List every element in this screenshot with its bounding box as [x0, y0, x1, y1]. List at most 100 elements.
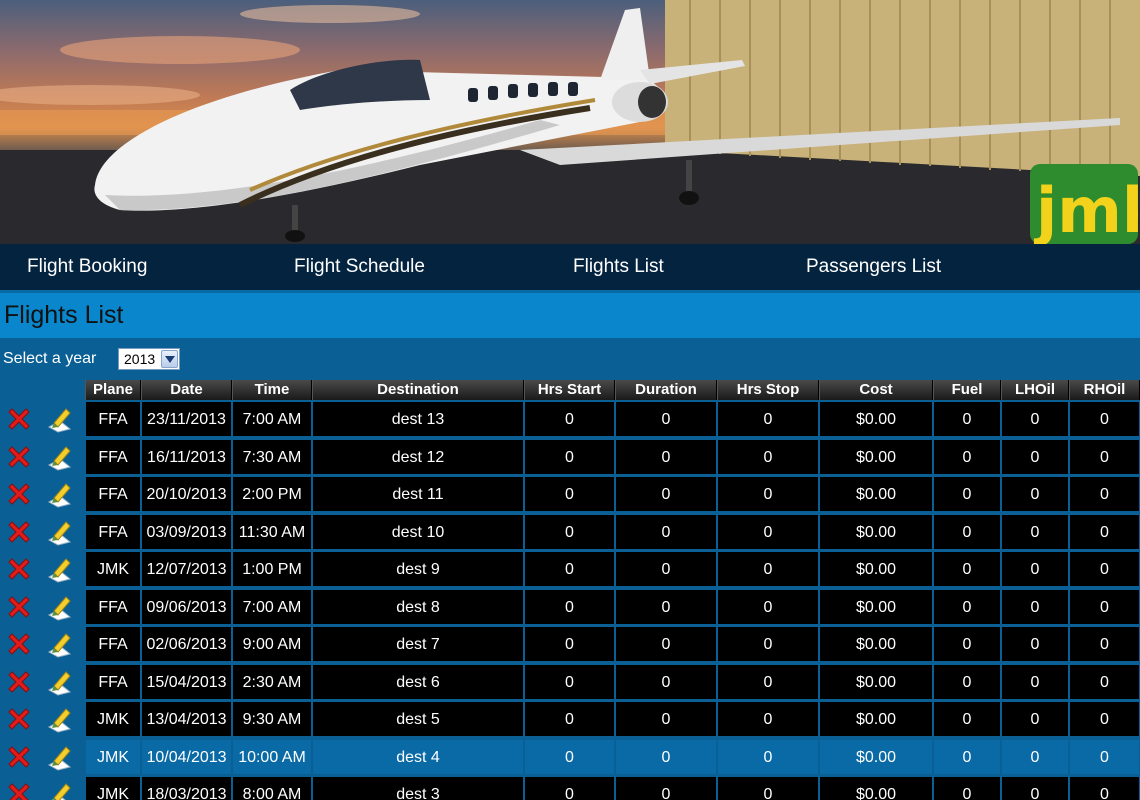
- cell-plane: FFA: [85, 401, 141, 437]
- cell-time: 9:00 AM: [232, 626, 312, 662]
- delete-x-icon[interactable]: [5, 555, 33, 583]
- cell-fuel: 0: [933, 588, 1001, 625]
- cell-cost: $0.00: [819, 438, 933, 475]
- edit-pencil-icon[interactable]: [46, 780, 74, 800]
- cell-destination: dest 7: [312, 626, 524, 662]
- cell-destination: dest 4: [312, 738, 524, 775]
- nav-flight-schedule[interactable]: Flight Schedule: [294, 244, 425, 290]
- cell-hrs-stop: 0: [717, 588, 819, 625]
- column-header-destination: Destination: [312, 380, 524, 400]
- cell-lhoil: 0: [1001, 776, 1069, 800]
- column-header-plane: Plane: [85, 380, 141, 400]
- table-row[interactable]: FFA 09/06/2013 7:00 AM dest 8 0 0 0 $0.00 0 0 0: [0, 588, 1140, 627]
- edit-pencil-icon[interactable]: [46, 593, 74, 621]
- edit-pencil-icon[interactable]: [46, 630, 74, 658]
- cell-hrs-stop: 0: [717, 513, 819, 550]
- table-row[interactable]: FFA 02/06/2013 9:00 AM dest 7 0 0 0 $0.00 0 0 0: [0, 626, 1140, 664]
- cell-plane: JMK: [85, 776, 141, 800]
- cell-cost: $0.00: [819, 701, 933, 737]
- cell-time: 2:00 PM: [232, 476, 312, 512]
- cell-duration: 0: [615, 663, 717, 700]
- cell-hrs-stop: 0: [717, 438, 819, 475]
- cell-fuel: 0: [933, 626, 1001, 662]
- delete-x-icon[interactable]: [5, 630, 33, 658]
- cell-hrs-stop: 0: [717, 626, 819, 662]
- cell-plane: FFA: [85, 438, 141, 475]
- column-header-lhoil: LHOil: [1001, 380, 1069, 400]
- delete-x-icon[interactable]: [5, 743, 33, 771]
- main-nav: Flight Booking Flight Schedule Flights L…: [0, 244, 1140, 290]
- table-row[interactable]: FFA 03/09/2013 11:30 AM dest 10 0 0 0 $0.00 0 0 0: [0, 513, 1140, 552]
- cell-hrs-start: 0: [524, 701, 615, 737]
- table-row[interactable]: JMK 12/07/2013 1:00 PM dest 9 0 0 0 $0.00 0 0 0: [0, 551, 1140, 589]
- cell-cost: $0.00: [819, 513, 933, 550]
- cell-cost: $0.00: [819, 738, 933, 775]
- cell-fuel: 0: [933, 701, 1001, 737]
- cell-destination: dest 8: [312, 588, 524, 625]
- column-header-date: Date: [141, 380, 232, 400]
- jet-banner-image: [0, 0, 1140, 244]
- jmk-logo: jmk: [1030, 164, 1138, 244]
- table-row[interactable]: FFA 16/11/2013 7:30 AM dest 12 0 0 0 $0.00 0 0 0: [0, 438, 1140, 477]
- cell-plane: FFA: [85, 588, 141, 625]
- nav-flight-booking[interactable]: Flight Booking: [27, 244, 147, 290]
- cell-time: 7:30 AM: [232, 438, 312, 475]
- cell-cost: $0.00: [819, 776, 933, 800]
- nav-passengers-list[interactable]: Passengers List: [806, 244, 941, 290]
- page-title: Flights List: [4, 301, 124, 329]
- table-row[interactable]: JMK 13/04/2013 9:30 AM dest 5 0 0 0 $0.00 0 0 0: [0, 701, 1140, 739]
- cell-duration: 0: [615, 626, 717, 662]
- delete-x-icon[interactable]: [5, 780, 33, 800]
- cell-duration: 0: [615, 738, 717, 775]
- cell-hrs-start: 0: [524, 513, 615, 550]
- edit-pencil-icon[interactable]: [46, 743, 74, 771]
- edit-pencil-icon[interactable]: [46, 405, 74, 433]
- cell-rhoil: 0: [1069, 738, 1140, 775]
- edit-pencil-icon[interactable]: [46, 555, 74, 583]
- delete-x-icon[interactable]: [5, 480, 33, 508]
- edit-pencil-icon[interactable]: [46, 480, 74, 508]
- year-select[interactable]: 2013: [118, 348, 180, 370]
- cell-rhoil: 0: [1069, 663, 1140, 700]
- delete-x-icon[interactable]: [5, 668, 33, 696]
- delete-x-icon[interactable]: [5, 405, 33, 433]
- table-row[interactable]: FFA 23/11/2013 7:00 AM dest 13 0 0 0 $0.00 0 0 0: [0, 401, 1140, 439]
- column-header-hrs-stop: Hrs Stop: [717, 380, 819, 400]
- cell-rhoil: 0: [1069, 776, 1140, 800]
- table-row[interactable]: JMK 18/03/2013 8:00 AM dest 3 0 0 0 $0.00 0 0 0: [0, 776, 1140, 800]
- cell-date: 02/06/2013: [141, 626, 232, 662]
- table-row[interactable]: FFA 20/10/2013 2:00 PM dest 11 0 0 0 $0.00 0 0 0: [0, 476, 1140, 514]
- cell-lhoil: 0: [1001, 701, 1069, 737]
- cell-date: 20/10/2013: [141, 476, 232, 512]
- table-row[interactable]: FFA 15/04/2013 2:30 AM dest 6 0 0 0 $0.00 0 0 0: [0, 663, 1140, 702]
- cell-lhoil: 0: [1001, 401, 1069, 437]
- cell-destination: dest 6: [312, 663, 524, 700]
- cell-plane: FFA: [85, 663, 141, 700]
- delete-x-icon[interactable]: [5, 593, 33, 621]
- cell-duration: 0: [615, 588, 717, 625]
- cell-fuel: 0: [933, 476, 1001, 512]
- cell-lhoil: 0: [1001, 738, 1069, 775]
- cell-rhoil: 0: [1069, 513, 1140, 550]
- edit-pencil-icon[interactable]: [46, 668, 74, 696]
- cell-rhoil: 0: [1069, 626, 1140, 662]
- cell-plane: JMK: [85, 551, 141, 587]
- cell-hrs-start: 0: [524, 588, 615, 625]
- edit-pencil-icon[interactable]: [46, 518, 74, 546]
- cell-hrs-start: 0: [524, 551, 615, 587]
- cell-rhoil: 0: [1069, 401, 1140, 437]
- cell-duration: 0: [615, 701, 717, 737]
- chevron-down-icon[interactable]: [161, 350, 178, 368]
- cell-time: 2:30 AM: [232, 663, 312, 700]
- cell-time: 8:00 AM: [232, 776, 312, 800]
- nav-flights-list[interactable]: Flights List: [573, 244, 664, 290]
- delete-x-icon[interactable]: [5, 705, 33, 733]
- column-header-duration: Duration: [615, 380, 717, 400]
- edit-pencil-icon[interactable]: [46, 443, 74, 471]
- delete-x-icon[interactable]: [5, 443, 33, 471]
- table-row[interactable]: JMK 10/04/2013 10:00 AM dest 4 0 0 0 $0.00 0 0 0: [0, 738, 1140, 777]
- edit-pencil-icon[interactable]: [46, 705, 74, 733]
- column-header-rhoil: RHOil: [1069, 380, 1140, 400]
- cell-date: 10/04/2013: [141, 738, 232, 775]
- delete-x-icon[interactable]: [5, 518, 33, 546]
